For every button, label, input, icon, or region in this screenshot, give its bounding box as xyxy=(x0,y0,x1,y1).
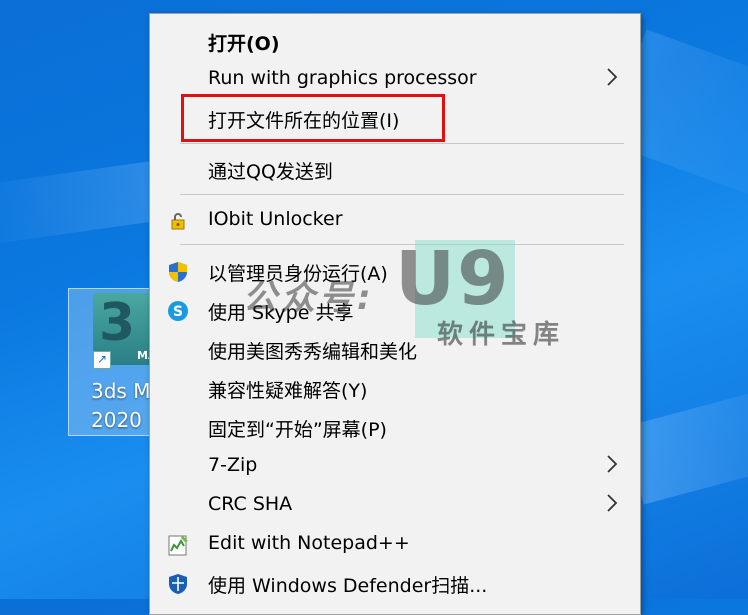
watermark-account-label: 公众号: xyxy=(243,278,375,318)
notepadpp-icon xyxy=(166,533,190,557)
menu-item-edit-notepadpp[interactable]: Edit with Notepad++ xyxy=(150,525,640,563)
menu-item-run-with-gpu[interactable]: Run with graphics processor xyxy=(150,60,640,98)
menu-item-open[interactable]: 打开(O) xyxy=(150,22,640,60)
menu-item-defender-scan[interactable]: 使用 Windows Defender扫描... xyxy=(150,564,640,602)
menu-item-crc-sha[interactable]: CRC SHA xyxy=(150,486,640,524)
chevron-right-icon xyxy=(605,492,619,520)
svg-text:S: S xyxy=(173,304,183,320)
menu-item-label: 通过QQ发送到 xyxy=(208,161,333,183)
annotation-highlight-box xyxy=(181,94,445,142)
menu-item-iobit-unlocker[interactable]: IObit Unlocker xyxy=(150,201,640,239)
menu-item-send-via-qq[interactable]: 通过QQ发送到 xyxy=(150,150,640,188)
lock-icon xyxy=(166,209,190,233)
menu-separator xyxy=(180,194,624,195)
menu-item-label: Edit with Notepad++ xyxy=(208,532,410,554)
menu-item-7zip[interactable]: 7-Zip xyxy=(150,447,640,485)
menu-separator xyxy=(180,143,624,144)
menu-item-label: 7-Zip xyxy=(208,454,258,476)
menu-item-label: 使用 Windows Defender扫描... xyxy=(208,575,488,597)
menu-item-label: 兼容性疑难解答(Y) xyxy=(208,380,368,402)
menu-item-label: 固定到“开始”屏幕(P) xyxy=(208,419,387,441)
watermark-brand: U9 xyxy=(395,236,511,322)
menu-item-pin-to-start[interactable]: 固定到“开始”屏幕(P) xyxy=(150,408,640,446)
menu-item-label: CRC SHA xyxy=(208,493,293,515)
chevron-right-icon xyxy=(605,453,619,481)
menu-item-label: 打开(O) xyxy=(208,33,280,55)
defender-shield-icon xyxy=(166,572,190,596)
menu-item-label: 使用美图秀秀编辑和美化 xyxy=(208,341,418,363)
wallpaper-light-ray xyxy=(623,375,748,505)
skype-icon: S xyxy=(166,299,190,323)
menu-item-label: IObit Unlocker xyxy=(208,208,343,230)
chevron-right-icon xyxy=(605,66,619,94)
menu-item-meitu-edit[interactable]: 使用美图秀秀编辑和美化 xyxy=(150,330,640,368)
menu-item-troubleshoot-compat[interactable]: 兼容性疑难解答(Y) xyxy=(150,369,640,407)
shortcut-arrow-icon: ↗ xyxy=(93,351,111,369)
watermark-subtitle: 软件宝库 xyxy=(437,320,566,350)
uac-shield-icon xyxy=(166,260,190,284)
desktop-icon-label: 3ds M 2020 xyxy=(91,379,151,432)
menu-item-label: Run with graphics processor xyxy=(208,67,477,89)
